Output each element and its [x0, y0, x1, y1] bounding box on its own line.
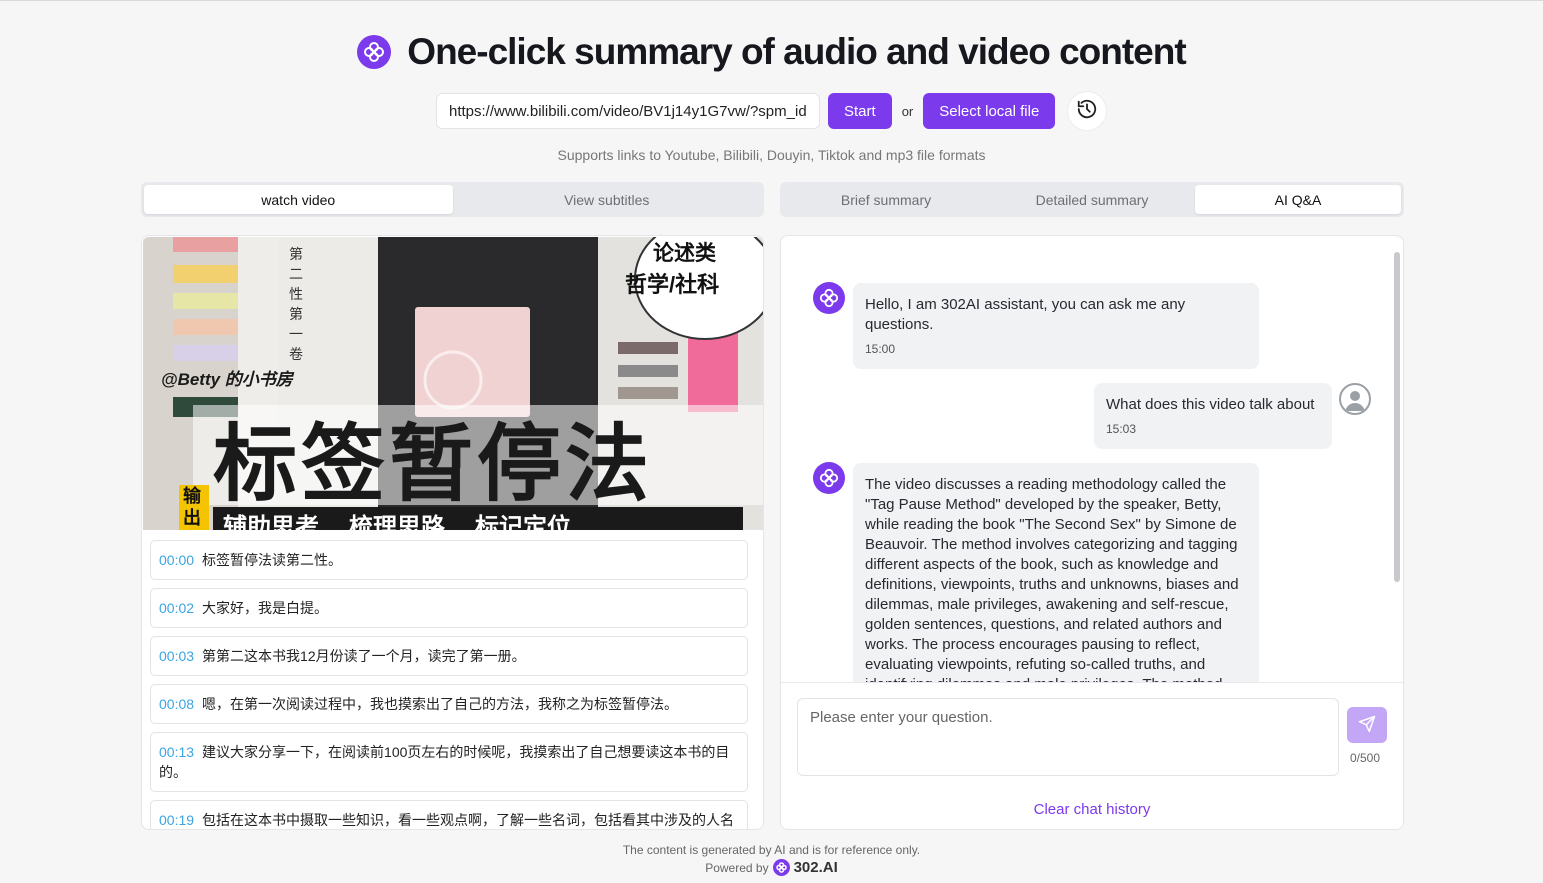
app-logo-icon [357, 35, 392, 69]
assistant-avatar-icon [813, 282, 845, 314]
bubble-line-1: 论述类 [653, 242, 716, 265]
page-title: One-click summary of audio and video con… [407, 31, 1186, 72]
ai-disclaimer: The content is generated by AI and is fo… [622, 843, 921, 857]
assistant-avatar-icon [813, 462, 845, 494]
history-button[interactable] [1067, 91, 1108, 131]
subtitle-text: 标签暂停法读第二性。 [202, 552, 343, 568]
left-tabbar: watch video View subtitles [141, 182, 764, 217]
subtitle-text: 大家好，我是白提。 [202, 600, 329, 616]
bubble-line-2: 哲学/社科 [625, 272, 720, 297]
video-bottom-tags: 辅助思考 梳理思路 标记定位 [223, 507, 571, 530]
subtitle-timestamp[interactable]: 00:02 [159, 600, 194, 616]
tab-detailed-summary[interactable]: Detailed summary [989, 185, 1195, 214]
user-avatar-icon [1339, 383, 1371, 415]
send-icon [1358, 715, 1376, 736]
subtitle-item[interactable]: 00:02 大家好，我是白提。 [150, 588, 748, 628]
history-icon [1076, 98, 1098, 125]
subtitle-item[interactable]: 00:13 建议大家分享一下，在阅读前100页左右的时候呢，我摸索出了自己想要读这… [150, 732, 748, 792]
subtitle-text: 包括在这本书中摄取一些知识，看一些观点啊，了解一些名词，包括看其中涉及的人名和作… [202, 812, 735, 828]
brand-logo-icon [772, 859, 790, 876]
chat-scrollbar[interactable] [1394, 252, 1400, 582]
subtitle-item[interactable]: 00:19 包括在这本书中摄取一些知识，看一些观点啊，了解一些名词，包括看其中涉及… [150, 800, 748, 829]
message-time: 15:03 [1106, 422, 1137, 436]
page-header: One-click summary of audio and video con… [0, 31, 1543, 73]
clear-chat-history-link[interactable]: Clear chat history [781, 801, 1403, 818]
url-input-row: Start or Select local file [436, 91, 1108, 131]
chat-messages: Hello, I am 302AI assistant, you can ask… [781, 236, 1403, 682]
video-panel: 第二性 第一卷 @Betty 的小书房 论述类 哲学/社科 标签暂停法 输出 辅… [141, 235, 764, 830]
message-text: The video discusses a reading methodolog… [865, 476, 1239, 682]
output-tag: 输出 [183, 486, 201, 528]
subtitle-item[interactable]: 00:08 嗯，在第一次阅读过程中，我也摸索出了自己的方法，我称之为标签暂停法。 [150, 684, 748, 724]
video-tag: 标记定位 [475, 514, 571, 530]
subtitle-timestamp[interactable]: 00:00 [159, 552, 194, 568]
subtitle-list: 00:00 标签暂停法读第二性。 00:02 大家好，我是白提。 00:03 第第二这… [150, 540, 748, 829]
assistant-message: The video discusses a reading methodolog… [853, 463, 1259, 682]
chat-divider [781, 682, 1403, 683]
subtitle-timestamp[interactable]: 00:03 [159, 648, 194, 664]
subtitle-timestamp[interactable]: 00:08 [159, 696, 194, 712]
right-tabbar: Brief summary Detailed summary AI Q&A [780, 182, 1404, 217]
supported-formats-text: Supports links to Youtube, Bilibili, Dou… [557, 147, 986, 163]
video-url-input[interactable] [436, 93, 820, 129]
start-button[interactable]: Start [828, 93, 892, 129]
powered-by-label: Powered by [705, 860, 769, 875]
tab-ai-qa[interactable]: AI Q&A [1195, 185, 1401, 214]
assistant-message: Hello, I am 302AI assistant, you can ask… [853, 283, 1259, 369]
video-player[interactable]: 第二性 第一卷 @Betty 的小书房 论述类 哲学/社科 标签暂停法 输出 辅… [143, 237, 763, 530]
video-tag: 梳理思路 [349, 514, 445, 530]
book-spine-text: 第二性 第一卷 [289, 247, 303, 363]
ai-qa-panel: Hello, I am 302AI assistant, you can ask… [780, 235, 1404, 830]
video-tag: 辅助思考 [223, 514, 319, 530]
subtitle-timestamp[interactable]: 00:19 [159, 812, 194, 828]
send-button[interactable] [1347, 707, 1387, 743]
question-input[interactable] [797, 698, 1339, 776]
message-time: 15:00 [865, 342, 896, 356]
powered-by: Powered by 302.AI [0, 859, 1543, 876]
subtitle-timestamp[interactable]: 00:13 [159, 744, 194, 760]
video-watermark: @Betty 的小书房 [161, 370, 293, 389]
or-label: or [901, 103, 914, 119]
video-big-title: 标签暂停法 [213, 414, 654, 513]
subtitle-text: 嗯，在第一次阅读过程中，我也摸索出了自己的方法，我称之为标签暂停法。 [202, 696, 679, 712]
user-message: What does this video talk about 15:03 [1094, 383, 1332, 449]
message-text: Hello, I am 302AI assistant, you can ask… [865, 296, 1186, 333]
subtitle-text: 第第二这本书我12月份读了一个月，读完了第一册。 [202, 648, 526, 664]
tab-view-subtitles[interactable]: View subtitles [453, 185, 762, 214]
subtitle-item[interactable]: 00:00 标签暂停法读第二性。 [150, 540, 748, 580]
message-text: What does this video talk about [1106, 396, 1315, 413]
brand-link[interactable]: 302.AI [794, 859, 838, 876]
subtitle-text: 建议大家分享一下，在阅读前100页左右的时候呢，我摸索出了自己想要读这本书的目的… [159, 744, 730, 780]
tab-watch-video[interactable]: watch video [144, 185, 453, 214]
char-counter: 0/500 [1350, 751, 1381, 765]
select-local-file-button[interactable]: Select local file [923, 93, 1056, 129]
tab-brief-summary[interactable]: Brief summary [783, 185, 989, 214]
subtitle-item[interactable]: 00:03 第第二这本书我12月份读了一个月，读完了第一册。 [150, 636, 748, 676]
